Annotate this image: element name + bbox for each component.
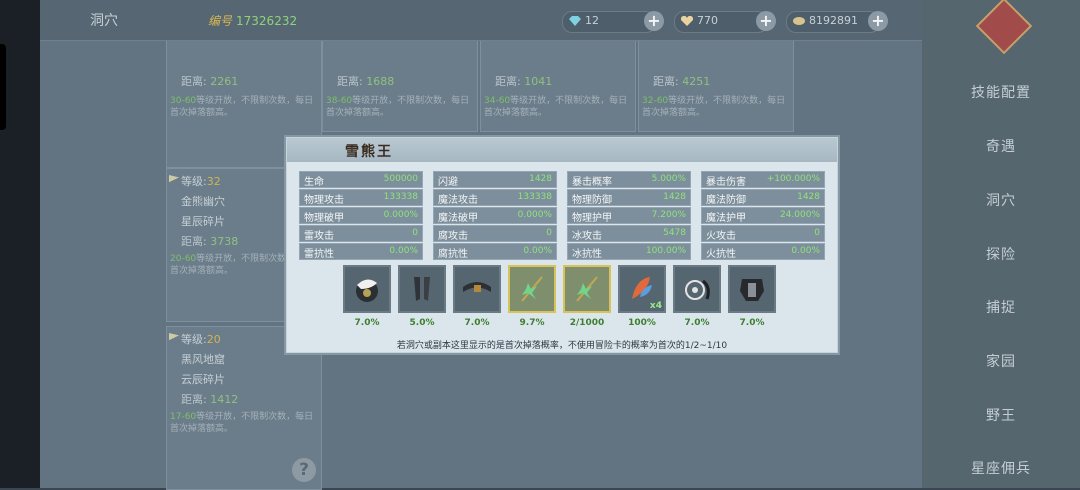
coins-value: 8192891 <box>809 14 858 27</box>
cave-note: 38-60等级开放，不限制次数，每日首次掉落额高。 <box>326 96 470 118</box>
cave-note: 17-60等级开放，不限制次数，每日首次掉落额高。 <box>170 412 314 434</box>
cave-fragment: 云辰碎片 <box>181 373 225 386</box>
stat-cell: 腐攻击 0 <box>433 225 557 242</box>
green-staff-icon <box>521 276 543 302</box>
stat-cell: 魔法护甲 24.000% <box>701 207 825 224</box>
stat-cell: 生命 500000 <box>299 171 423 188</box>
flag-icon <box>169 333 179 341</box>
cave-card[interactable]: 距离: 1041 34-60等级开放，不限制次数，每日首次掉落额高。 <box>480 40 636 132</box>
hearts-value: 770 <box>697 14 718 27</box>
stat-cell: 冰抗性 100.00% <box>567 243 691 260</box>
cave-fragment: 星辰碎片 <box>181 215 225 228</box>
cave-note: 30-60等级开放，不限制次数，每日首次掉落额高。 <box>170 96 314 118</box>
add-hearts-button[interactable]: + <box>756 11 776 31</box>
drop-item[interactable] <box>343 265 391 313</box>
dark-boots-icon <box>414 277 430 301</box>
stat-cell: 物理攻击 133338 <box>299 189 423 206</box>
wheel-chain-icon <box>685 279 710 300</box>
bear-helm-icon <box>356 279 378 302</box>
stat-cell: 冰攻击 5478 <box>567 225 691 242</box>
cave-level: 等级:20 <box>181 333 221 346</box>
drop-item[interactable] <box>508 265 556 313</box>
menu-explore[interactable]: 探险 <box>922 244 1080 264</box>
dark-armor-icon <box>740 279 764 301</box>
stat-cell: 暴击伤害 +100.000% <box>701 171 825 188</box>
drop-item[interactable]: x4 <box>618 265 666 313</box>
boss-info-dialog: 雪熊王 生命 500000 闪避 1428 暴击概率 5.000% 暴击伤害 +100.… <box>286 137 838 353</box>
menu-encounter[interactable]: 奇遇 <box>922 136 1080 156</box>
dialog-title: 雪熊王 <box>345 144 393 160</box>
cave-name: 金熊幽穴 <box>181 195 225 208</box>
cave-level: 等级:32 <box>181 175 221 188</box>
game-screen: 距离: 2261 30-60等级开放，不限制次数，每日首次掉落额高。 距离: 1… <box>0 0 1080 490</box>
drop-rate: 7.0% <box>354 318 380 328</box>
cave-distance: 距离: 2261 <box>181 75 239 88</box>
stat-cell: 暴击概率 5.000% <box>567 171 691 188</box>
stat-cell: 物理防御 1428 <box>567 189 691 206</box>
menu-capture[interactable]: 捕捉 <box>922 297 1080 317</box>
menu-cave[interactable]: 洞穴 <box>922 190 1080 210</box>
page-title: 洞穴 <box>90 13 118 29</box>
drop-item[interactable] <box>728 265 776 313</box>
stat-cell: 魔法破甲 0.000% <box>433 207 557 224</box>
drop-rate-note: 若洞穴或副本这里显示的是首次掉落概率，不使用冒险卡的概率为首次的1/2~1/10 <box>396 341 728 351</box>
stat-cell: 腐抗性 0.00% <box>433 243 557 260</box>
cave-name: 黑风地窟 <box>181 353 225 366</box>
currency-coins: 8192891 + <box>786 11 888 33</box>
device-edge <box>0 0 40 488</box>
stat-cell: 物理护甲 7.200% <box>567 207 691 224</box>
cave-distance: 距离: 1688 <box>337 75 395 88</box>
menu-home[interactable]: 家园 <box>922 351 1080 371</box>
add-gems-button[interactable]: + <box>644 11 664 31</box>
menu-constellation-mercenary[interactable]: 星座佣兵 <box>922 458 1080 478</box>
drop-item[interactable] <box>398 265 446 313</box>
drop-item[interactable] <box>673 265 721 313</box>
drop-rate: 5.0% <box>409 318 435 328</box>
stat-cell: 魔法防御 1428 <box>701 189 825 206</box>
drop-rate: 100% <box>628 318 656 328</box>
stat-cell: 闪避 1428 <box>433 171 557 188</box>
coin-icon <box>793 17 805 25</box>
cave-distance: 距离: 4251 <box>653 75 711 88</box>
top-bar: 洞穴 编号 17326232 12 + 770 + 8192891 + <box>40 0 922 41</box>
stat-cell: 雷抗性 0.00% <box>299 243 423 260</box>
drop-rate: 2/1000 <box>569 318 605 328</box>
item-count: x4 <box>649 301 662 311</box>
stat-cell: 魔法攻击 133338 <box>433 189 557 206</box>
drop-rate: 7.0% <box>684 318 710 328</box>
cave-note: 34-60等级开放，不限制次数，每日首次掉落额高。 <box>484 96 628 118</box>
menu-skill-config[interactable]: 技能配置 <box>922 82 1080 102</box>
cave-distance: 距离: 3738 <box>181 235 239 248</box>
cave-distance: 距离: 1041 <box>495 75 553 88</box>
stat-cell: 火攻击 0 <box>701 225 825 242</box>
cave-card[interactable]: 距离: 1688 38-60等级开放，不限制次数，每日首次掉落额高。 <box>322 40 478 132</box>
drop-item[interactable] <box>563 265 611 313</box>
drop-rate: 7.0% <box>464 318 490 328</box>
cave-distance: 距离: 1412 <box>181 393 239 406</box>
gems-value: 12 <box>585 14 599 27</box>
drop-item[interactable] <box>453 265 501 313</box>
stat-cell: 物理破甲 0.000% <box>299 207 423 224</box>
cave-note: 32-60等级开放，不限制次数，每日首次掉落额高。 <box>642 96 786 118</box>
drop-rate: 7.0% <box>739 318 765 328</box>
diamond-icon <box>569 16 581 26</box>
flag-icon <box>169 175 179 183</box>
menu-wild-king[interactable]: 野王 <box>922 405 1080 425</box>
currency-hearts: 770 + <box>674 11 776 33</box>
stat-cell: 火抗性 0.00% <box>701 243 825 260</box>
add-coins-button[interactable]: + <box>868 11 888 31</box>
cave-card[interactable]: 距离: 4251 32-60等级开放，不限制次数，每日首次掉落额高。 <box>638 40 794 132</box>
help-icon[interactable]: ? <box>292 458 316 482</box>
camera-notch <box>0 44 6 130</box>
heart-icon <box>681 16 693 26</box>
green-staff-icon <box>576 276 598 302</box>
stat-cell: 雷攻击 0 <box>299 225 423 242</box>
drop-rate: 9.7% <box>519 318 545 328</box>
belt-icon <box>463 282 491 292</box>
player-id: 编号 17326232 <box>208 14 298 28</box>
currency-gems: 12 + <box>562 11 664 33</box>
